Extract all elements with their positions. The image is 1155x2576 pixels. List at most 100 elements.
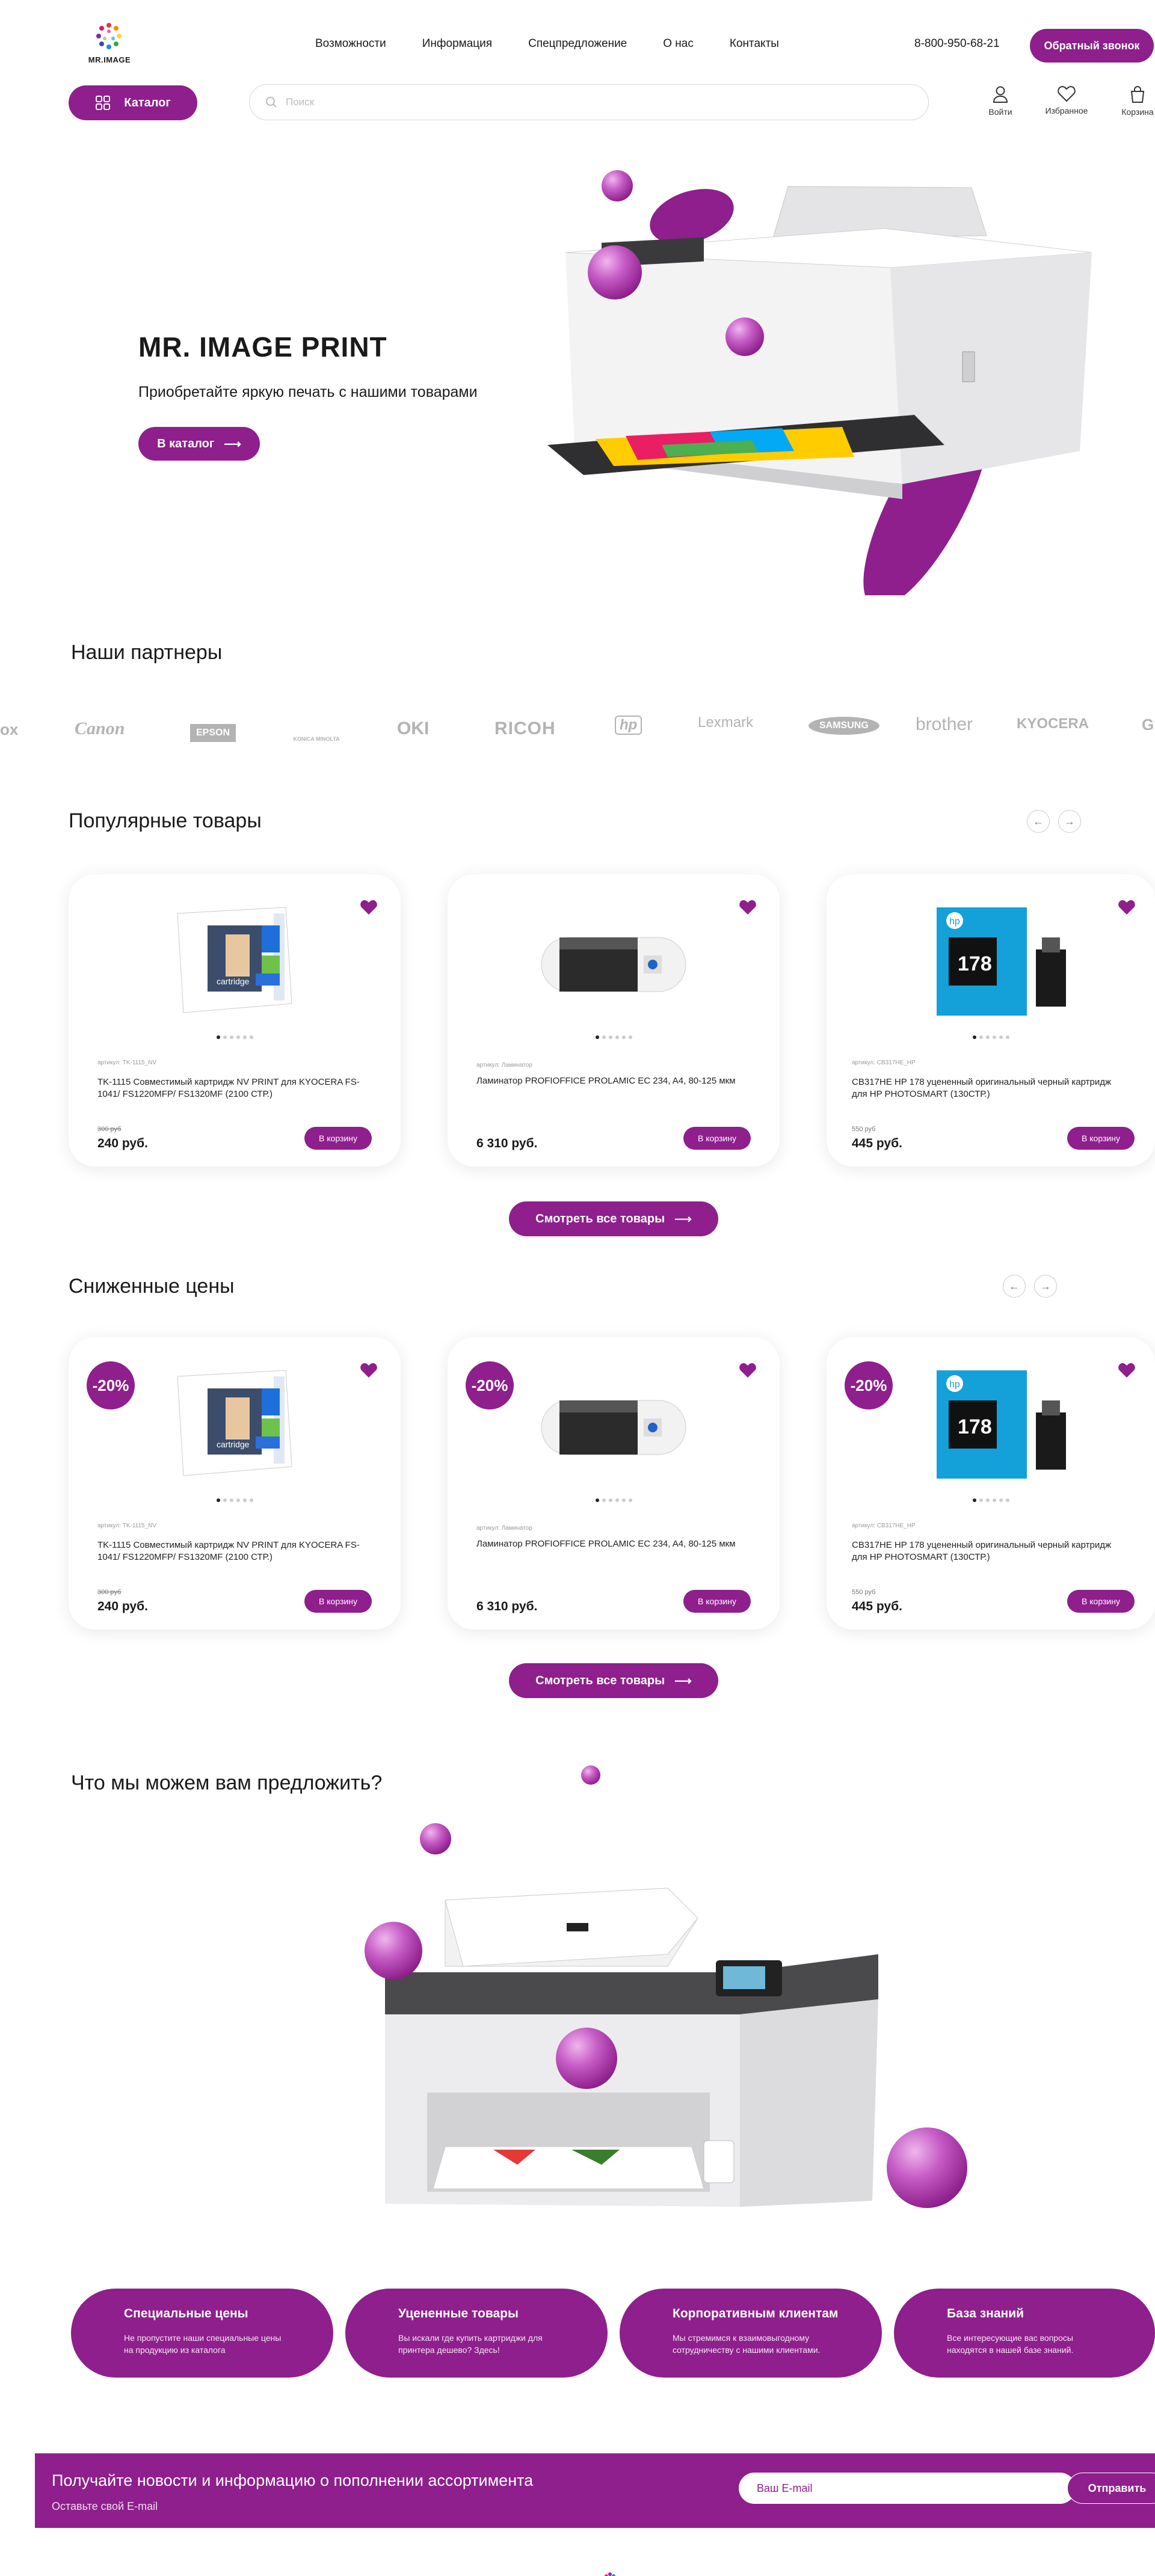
product-card[interactable]: -20% cartridge артикул: TK-1115_NV TK-11…: [69, 1337, 401, 1630]
nav-item-info[interactable]: Информация: [422, 37, 492, 51]
product-card[interactable]: артикул: Ламинатор Ламинатор PROFIOFFICE…: [448, 874, 780, 1167]
view-all-discounted-button[interactable]: Смотреть все товары ⟶: [509, 1663, 718, 1698]
offer-text: Не пропустите наши специальные цены на п…: [124, 2333, 282, 2355]
product-old-price: 300 руб: [97, 1589, 122, 1596]
offer-card-corporate[interactable]: Корпоративным клиентам Мы стремимся к вз…: [620, 2289, 882, 2378]
product-image[interactable]: cartridge: [69, 1361, 401, 1488]
decor-sphere: [602, 170, 633, 201]
product-card[interactable]: cartridge артикул: TK-1115_NV TK-1115 Со…: [69, 874, 401, 1167]
product-image[interactable]: cartridge: [69, 898, 401, 1025]
product-name[interactable]: Ламинатор PROFIOFFICE PROLAMIC EC 234, A…: [476, 1538, 753, 1550]
offer-card-discounted[interactable]: Уцененные товары Вы искали где купить ка…: [345, 2289, 608, 2378]
product-name[interactable]: TK-1115 Совместимый картридж NV PRINT дл…: [97, 1539, 374, 1563]
grid-icon: [96, 96, 111, 110]
view-all-popular-button[interactable]: Смотреть все товары ⟶: [509, 1201, 718, 1236]
cart-label: Корзина: [1121, 107, 1154, 117]
nav-item-features[interactable]: Возможности: [315, 37, 386, 51]
partner-logo[interactable]: G: [1142, 716, 1154, 734]
add-to-cart-button[interactable]: В корзину: [683, 1127, 751, 1150]
catalog-button[interactable]: Каталог: [69, 85, 197, 120]
hero-catalog-button[interactable]: В каталог ⟶: [138, 427, 260, 461]
add-to-cart-button[interactable]: В корзину: [683, 1590, 751, 1613]
product-name[interactable]: Ламинатор PROFIOFFICE PROLAMIC EC 234, A…: [476, 1075, 753, 1087]
partner-logo-kyocera[interactable]: KYOCERA: [1017, 716, 1089, 732]
discounted-next-button[interactable]: →: [1034, 1275, 1057, 1298]
offer-card-knowledge-base[interactable]: База знаний Все интересующие вас вопросы…: [894, 2289, 1155, 2378]
favorites-link[interactable]: Избранное: [1033, 85, 1100, 115]
product-article: артикул: CB317HE_HP: [852, 1523, 916, 1529]
image-pager-dots[interactable]: [827, 1498, 1155, 1502]
partner-logo-canon[interactable]: Canon: [75, 719, 125, 739]
cart-link[interactable]: Корзина: [1104, 85, 1155, 117]
offer-title: Уцененные товары: [398, 2307, 519, 2320]
decor-sphere: [556, 2028, 617, 2089]
product-name[interactable]: TK-1115 Совместимый картридж NV PRINT дл…: [97, 1076, 374, 1100]
cart-icon: [1130, 86, 1145, 103]
product-image[interactable]: [448, 1361, 780, 1488]
product-price: 445 руб.: [852, 1136, 902, 1150]
discounted-prev-button[interactable]: ←: [1003, 1275, 1026, 1298]
logo-text: MR.IMAGE: [88, 55, 131, 64]
view-all-label: Смотреть все товары: [535, 1212, 665, 1225]
product-name[interactable]: CB317HE HP 178 уцененный оригинальный че…: [852, 1076, 1129, 1100]
partner-logo-oki[interactable]: OKI: [397, 719, 429, 739]
product-image[interactable]: 178 hp: [827, 1361, 1155, 1488]
product-card[interactable]: 178 hp артикул: CB317HE_HP CB317HE HP 178…: [827, 874, 1155, 1167]
nav-item-special[interactable]: Спецпредложение: [528, 37, 627, 51]
newsletter-subtitle: Оставьте свой E-mail: [52, 2500, 158, 2512]
product-image[interactable]: 178 hp: [827, 898, 1155, 1025]
product-card[interactable]: -20% 178 hp артикул: CB317HE_HP CB317HE H…: [827, 1337, 1155, 1630]
add-to-cart-button[interactable]: В корзину: [304, 1127, 372, 1150]
product-article: артикул: CB317HE_HP: [852, 1060, 916, 1066]
add-to-cart-button[interactable]: В корзину: [1067, 1127, 1135, 1150]
offer-text: Все интересующие вас вопросы находятся в…: [947, 2333, 1074, 2355]
newsletter-banner: Получайте новости и информацию о пополне…: [35, 2453, 1155, 2528]
popular-title: Популярные товары: [69, 809, 262, 832]
hero-title: MR. IMAGE PRINT: [138, 331, 387, 363]
partner-logo-lexmark[interactable]: Lexmark: [698, 714, 753, 731]
arrow-right-icon: ⟶: [674, 1674, 692, 1688]
offer-card-special-prices[interactable]: Специальные цены Не пропустите наши спец…: [71, 2289, 333, 2378]
product-name[interactable]: CB317HE HP 178 уцененный оригинальный че…: [852, 1539, 1129, 1563]
image-pager-dots[interactable]: [69, 1035, 401, 1039]
add-to-cart-button[interactable]: В корзину: [1067, 1590, 1135, 1613]
image-pager-dots[interactable]: [827, 1035, 1155, 1039]
search-icon: [266, 97, 277, 108]
partner-logo-ricoh[interactable]: RICOH: [494, 719, 556, 739]
product-price: 240 руб.: [97, 1599, 148, 1613]
partner-logo-epson[interactable]: EPSON: [190, 724, 236, 742]
partner-logo[interactable]: ox: [0, 720, 18, 739]
arrow-left-icon: ←: [1009, 1280, 1020, 1292]
popular-prev-button[interactable]: ←: [1027, 810, 1050, 833]
offer-title: Корпоративным клиентам: [673, 2307, 839, 2320]
partner-logo-hp[interactable]: hp: [615, 716, 642, 735]
nav-item-about[interactable]: О нас: [663, 37, 694, 51]
login-link[interactable]: Войти: [967, 85, 1033, 117]
decor-sphere: [365, 1922, 422, 1980]
product-article: артикул: TK-1115_NV: [97, 1523, 157, 1529]
image-pager-dots[interactable]: [448, 1498, 780, 1502]
offers-printer-image: [385, 1888, 878, 2207]
partner-logo-konica[interactable]: KONICA MINOLTA: [292, 720, 340, 742]
nav-item-contacts[interactable]: Контакты: [730, 37, 779, 51]
partner-logo-samsung[interactable]: SAMSUNG: [808, 717, 879, 735]
hero-printer-image: [547, 186, 1092, 595]
product-old-price: 550 руб: [852, 1126, 876, 1133]
search-input[interactable]: Поиск: [249, 84, 929, 120]
product-image[interactable]: [448, 898, 780, 1025]
product-card[interactable]: -20% артикул: Ламинатор Ламинатор PROFIO…: [448, 1337, 780, 1630]
popular-next-button[interactable]: →: [1058, 810, 1081, 833]
phone-number[interactable]: 8-800-950-68-21: [914, 37, 1000, 51]
email-field[interactable]: Ваш E-mail: [739, 2473, 1076, 2504]
image-pager-dots[interactable]: [69, 1498, 401, 1502]
partner-logo-brother[interactable]: brother: [916, 714, 973, 735]
add-to-cart-button[interactable]: В корзину: [304, 1590, 372, 1613]
svg-text:cartridge: cartridge: [217, 1440, 250, 1449]
arrow-right-icon: ⟶: [224, 437, 241, 451]
image-pager-dots[interactable]: [448, 1035, 780, 1039]
offer-text: Вы искали где купить картриджи для принт…: [398, 2333, 543, 2355]
callback-button[interactable]: Обратный звонок: [1030, 29, 1154, 63]
view-all-label: Смотреть все товары: [535, 1673, 665, 1687]
send-button[interactable]: Отправить: [1067, 2473, 1155, 2504]
svg-text:178: 178: [958, 1415, 992, 1438]
